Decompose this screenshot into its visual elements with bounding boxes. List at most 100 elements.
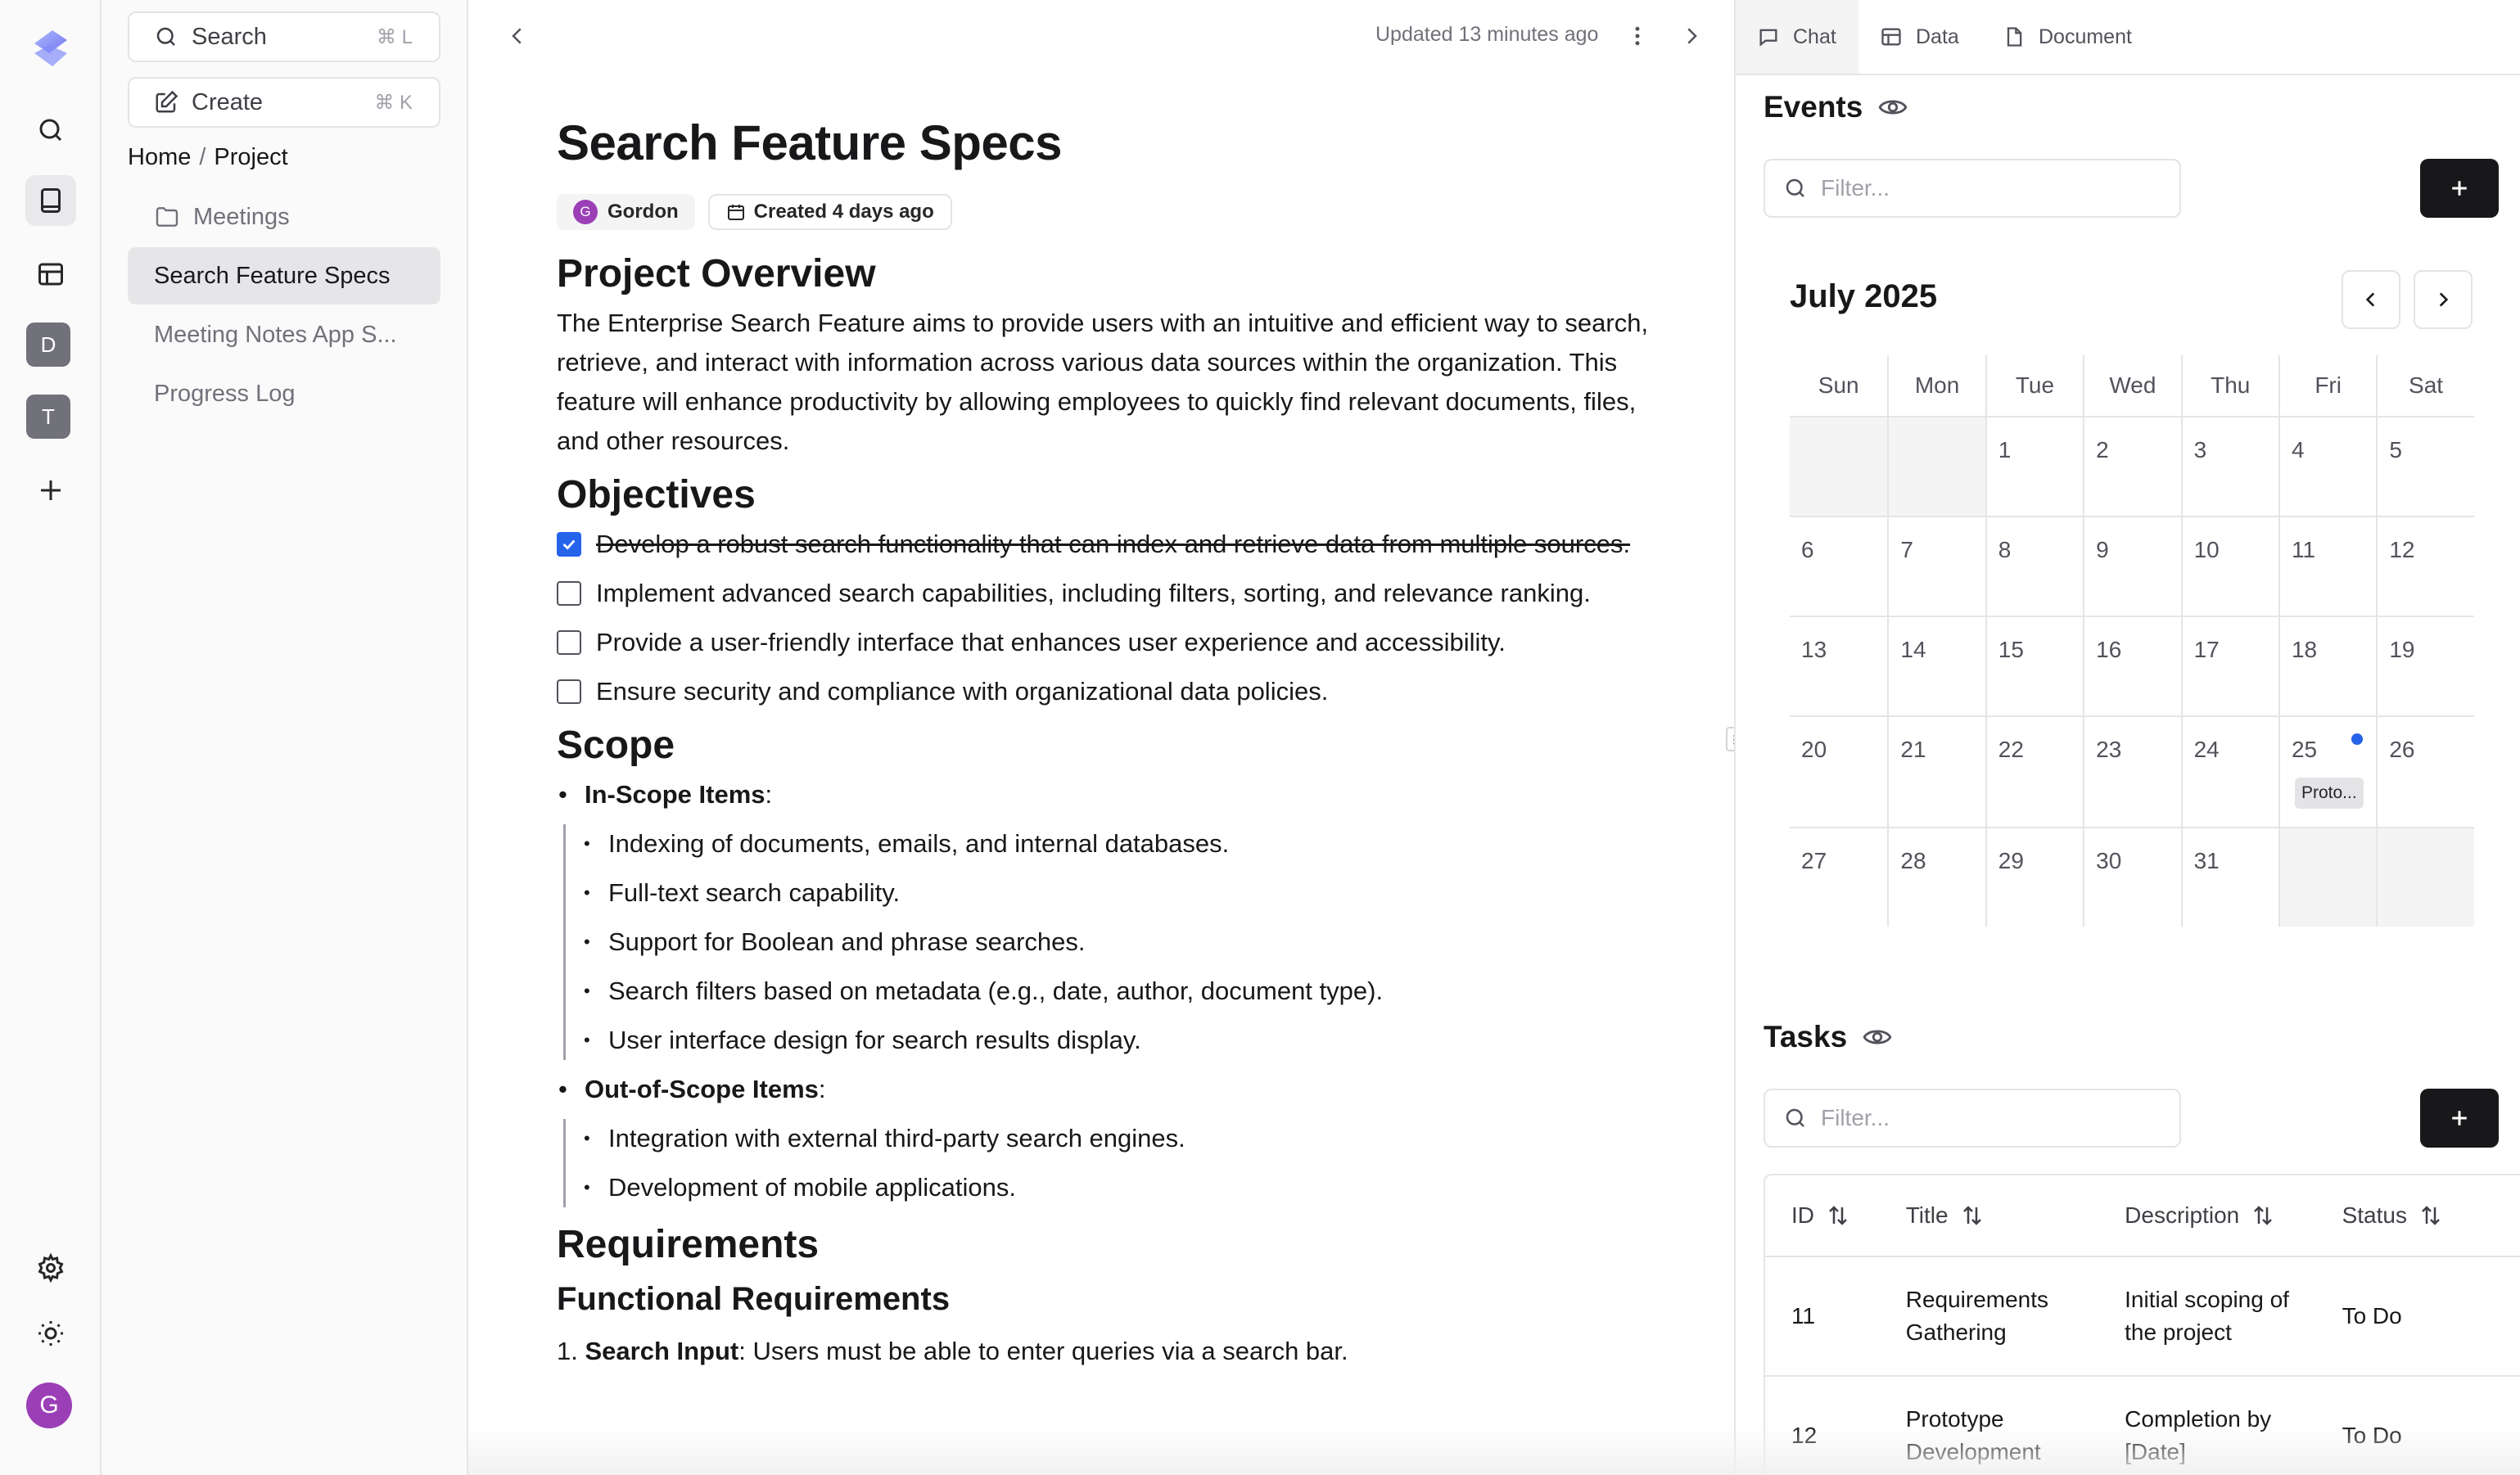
calendar-day[interactable]: 5 [2376,417,2473,516]
calendar-day[interactable]: 9 [2083,517,2180,616]
sidebar-item-meeting-notes[interactable]: Meeting Notes App S... [128,306,440,363]
sidebar-item-search-feature-specs[interactable]: Search Feature Specs [128,247,440,304]
day-number: 11 [2291,537,2316,562]
chevron-left-icon[interactable] [501,20,534,52]
sidebar-item-label: Meetings [193,203,290,230]
list-item-text: Integration with external third-party se… [608,1124,1185,1152]
calendar-day[interactable]: 26 [2376,717,2473,827]
add-task-button[interactable] [2420,1089,2499,1148]
objective-item: Implement advanced search capabilities, … [557,574,1654,613]
tab-label: Data [1916,25,1959,48]
column-description[interactable]: Description [2098,1175,2315,1256]
calendar-day[interactable]: 24 [2180,717,2278,827]
calendar-day[interactable]: 11 [2278,517,2376,616]
plus-icon[interactable] [25,465,76,516]
tab-document[interactable]: Document [1981,0,2145,74]
events-filter-input[interactable]: Filter... [1764,159,2181,218]
document-content[interactable]: Search Feature Specs G Gordon Created 4 … [557,115,1654,1371]
next-month-button[interactable] [2414,270,2473,329]
search-button[interactable]: Search ⌘ L [128,11,440,62]
prev-month-button[interactable] [2342,270,2400,329]
document-area: Updated 13 minutes ago Search Feature Sp… [468,0,1734,1475]
page-title[interactable]: Search Feature Specs [557,115,1654,171]
table-row[interactable]: 11 Requirements Gathering Initial scopin… [1765,1257,2520,1377]
list-item: • Out-of-Scope Items: [558,1075,826,1103]
gear-icon[interactable] [25,1243,76,1293]
avatar[interactable]: G [26,1383,72,1428]
add-event-button[interactable] [2420,159,2499,218]
list-item: • Indexing of documents, emails, and inte… [584,824,1654,864]
sort-icon[interactable] [1960,1203,1985,1228]
sun-icon[interactable] [25,1308,76,1359]
calendar-day[interactable]: 19 [2376,617,2473,715]
column-title[interactable]: Title [1880,1175,2098,1256]
plus-icon [2452,181,2467,196]
calendar-day[interactable]: 6 [1790,517,1887,616]
calendar-event[interactable]: Proto... [2294,778,2364,809]
create-shortcut: ⌘ K [374,91,413,114]
calendar-day[interactable]: 12 [2376,517,2473,616]
sort-icon[interactable] [2251,1203,2275,1228]
day-number: 1 [1998,437,2012,462]
calendar-day[interactable]: 15 [1985,617,2083,715]
sidebar: Search ⌘ L Create ⌘ K Home / Project Meeti… [102,0,468,1475]
workspace-d[interactable]: D [26,323,70,367]
calendar-day[interactable]: 14 [1887,617,1985,715]
author-chip[interactable]: G Gordon [557,194,695,230]
workspace-t[interactable]: T [26,395,70,439]
eye-icon[interactable] [1862,1022,1893,1053]
calendar-day[interactable]: 7 [1887,517,1985,616]
tab-data[interactable]: Data [1858,0,1981,74]
column-status[interactable]: Status [2316,1175,2520,1256]
tasks-filter-input[interactable]: Filter... [1764,1089,2181,1148]
breadcrumb-home[interactable]: Home [128,144,191,170]
calendar-day[interactable]: 13 [1790,617,1887,715]
day-number: 15 [1998,637,2024,662]
create-button[interactable]: Create ⌘ K [128,77,440,128]
calendar-day[interactable]: 25 Proto... [2278,717,2376,827]
sidebar-item-meetings[interactable]: Meetings [128,188,440,246]
chevron-right-icon[interactable] [1675,20,1708,52]
calendar-day[interactable]: 31 [2180,828,2278,927]
eye-icon[interactable] [1877,92,1908,123]
calendar-day[interactable]: 22 [1985,717,2083,827]
checkbox[interactable] [557,679,581,704]
calendar-day[interactable]: 10 [2180,517,2278,616]
day-number: 23 [2096,737,2122,762]
calendar-day[interactable]: 2 [2083,417,2180,516]
checkbox-checked[interactable] [557,532,581,557]
table-header: ID Title Description Status [1765,1175,2520,1257]
calendar-day[interactable]: 23 [2083,717,2180,827]
checkbox[interactable] [557,630,581,655]
table-icon[interactable] [25,249,76,300]
sort-icon[interactable] [2418,1203,2443,1228]
calendar-day[interactable]: 20 [1790,717,1887,827]
checkbox[interactable] [557,581,581,606]
search-shortcut: ⌘ L [376,25,413,48]
sidebar-item-progress-log[interactable]: Progress Log [128,365,440,422]
search-icon[interactable] [25,105,76,156]
day-number: 31 [2193,848,2220,873]
calendar-day[interactable]: 21 [1887,717,1985,827]
day-number: 25 [2291,737,2318,762]
calendar-day[interactable]: 3 [2180,417,2278,516]
sort-icon[interactable] [1826,1203,1850,1228]
calendar-day[interactable]: 16 [2083,617,2180,715]
calendar-day[interactable]: 28 [1887,828,1985,927]
app-logo-icon[interactable] [25,23,76,74]
calendar-day[interactable]: 29 [1985,828,2083,927]
sidebar-item-label: Progress Log [154,380,296,407]
calendar-day[interactable]: 1 [1985,417,2083,516]
tab-chat[interactable]: Chat [1736,0,1858,74]
calendar-day[interactable]: 4 [2278,417,2376,516]
calendar-day[interactable]: 8 [1985,517,2083,616]
breadcrumb-project[interactable]: Project [214,144,287,170]
book-icon[interactable] [25,175,76,226]
objective-item: Develop a robust search functionality th… [557,525,1654,564]
calendar-day[interactable]: 27 [1790,828,1887,927]
column-id[interactable]: ID [1765,1175,1880,1256]
calendar-day[interactable]: 30 [2083,828,2180,927]
more-vertical-icon[interactable] [1621,20,1654,52]
calendar-day[interactable]: 17 [2180,617,2278,715]
calendar-day[interactable]: 18 [2278,617,2376,715]
